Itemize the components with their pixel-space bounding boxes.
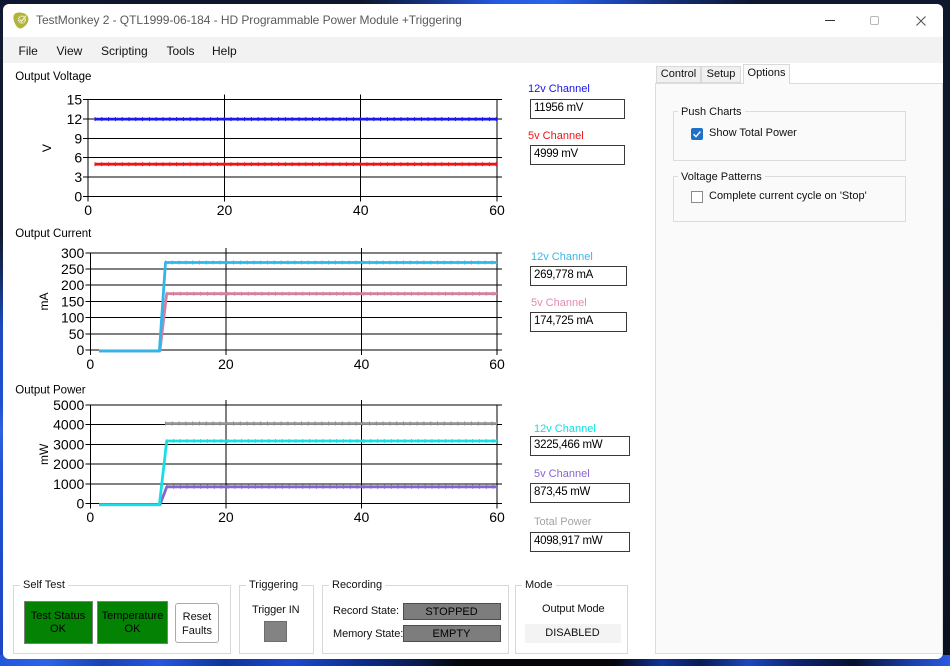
svg-text:Output Current: Output Current — [15, 228, 92, 240]
svg-text:150: 150 — [61, 293, 85, 309]
svg-text:12: 12 — [67, 111, 83, 127]
svg-text:0: 0 — [84, 202, 92, 218]
svg-text:3: 3 — [74, 169, 82, 185]
svg-text:5000: 5000 — [53, 397, 84, 413]
svg-text:0: 0 — [74, 188, 82, 204]
svg-text:100: 100 — [61, 310, 85, 326]
svg-text:50: 50 — [69, 326, 85, 342]
svg-text:2000: 2000 — [53, 456, 84, 472]
svg-text:300: 300 — [61, 245, 85, 261]
svg-text:Output Power: Output Power — [15, 384, 85, 396]
svg-text:20: 20 — [218, 356, 234, 372]
svg-text:0: 0 — [77, 496, 85, 512]
svg-text:mA: mA — [37, 292, 51, 310]
svg-text:3000: 3000 — [53, 436, 84, 452]
svg-text:20: 20 — [217, 202, 233, 218]
svg-text:15: 15 — [67, 92, 83, 108]
svg-text:4000: 4000 — [53, 417, 84, 433]
svg-text:20: 20 — [218, 509, 234, 525]
svg-text:V: V — [40, 144, 54, 152]
svg-text:1000: 1000 — [53, 476, 84, 492]
svg-text:40: 40 — [354, 356, 370, 372]
svg-text:60: 60 — [489, 356, 505, 372]
svg-text:40: 40 — [354, 509, 370, 525]
svg-text:mW: mW — [37, 443, 51, 465]
svg-text:0: 0 — [77, 342, 85, 358]
svg-text:0: 0 — [86, 509, 94, 525]
svg-text:200: 200 — [61, 277, 85, 293]
svg-text:Output Voltage: Output Voltage — [15, 71, 91, 83]
svg-text:9: 9 — [74, 130, 82, 146]
svg-text:60: 60 — [489, 509, 505, 525]
svg-text:250: 250 — [61, 261, 85, 277]
svg-text:0: 0 — [86, 356, 94, 372]
svg-text:6: 6 — [74, 150, 82, 166]
svg-text:40: 40 — [353, 202, 369, 218]
svg-text:60: 60 — [489, 202, 505, 218]
